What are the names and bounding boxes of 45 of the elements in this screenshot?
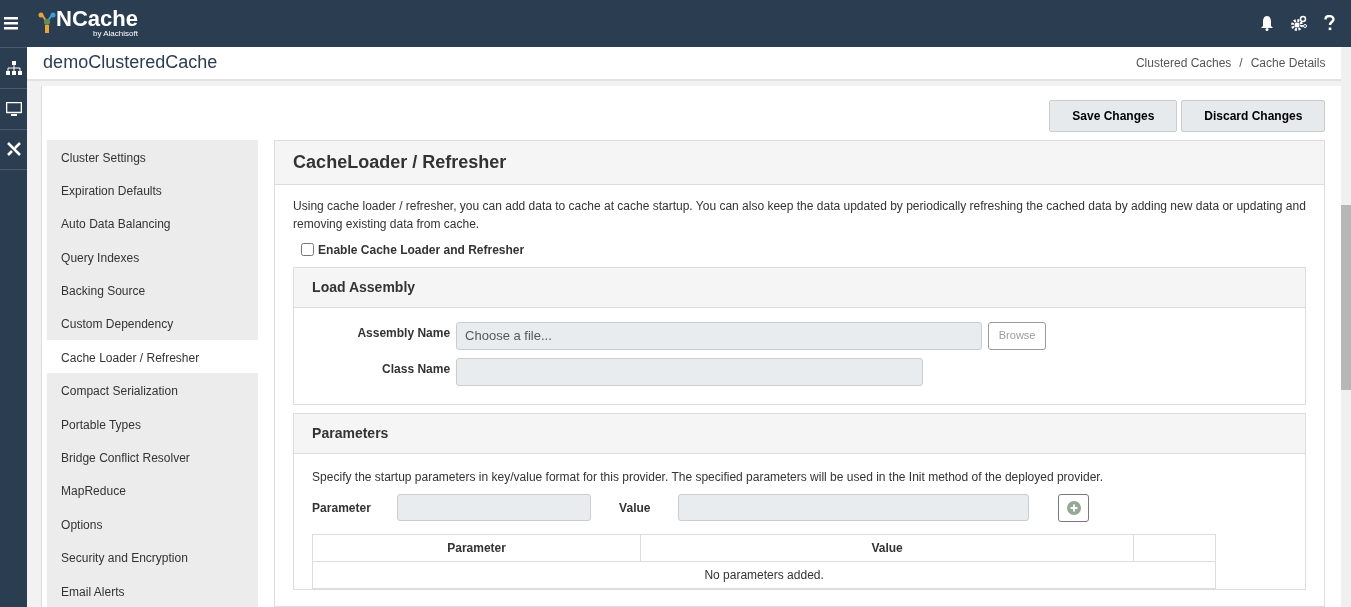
page-title: demoClusteredCache [43, 51, 218, 74]
empty-message: No parameters added. [312, 561, 1216, 589]
sidebar-item[interactable]: Email Alerts [47, 573, 259, 607]
field-label: Assembly Name [356, 324, 451, 342]
monitor-icon[interactable] [5, 101, 22, 116]
column-header: Value [640, 534, 1134, 562]
sidebar-item[interactable]: Bridge Conflict Resolver [47, 440, 259, 474]
breadcrumb-item[interactable]: Clustered Caches [1135, 53, 1232, 72]
breadcrumb-item: Cache Details [1250, 54, 1326, 72]
plus-circle-icon [1066, 500, 1081, 515]
sidebar-item[interactable]: Cache Loader / Refresher [47, 339, 259, 374]
enable-checkbox[interactable] [301, 243, 315, 257]
sidebar-item[interactable]: Portable Types [47, 406, 259, 441]
sidebar-item[interactable]: Query Indexes [47, 239, 259, 274]
logo-icon [38, 12, 56, 35]
sidebar-item[interactable]: Auto Data Balancing [47, 206, 259, 240]
sidebar-item[interactable]: Security and Encryption [47, 540, 259, 574]
logo-subtitle: by Alachisoft [93, 30, 138, 39]
scrollbar-thumb[interactable] [1341, 204, 1351, 390]
field-label: Class Name [381, 360, 451, 378]
sidebar-item[interactable]: Expiration Defaults [47, 172, 259, 207]
bell-icon[interactable] [1260, 15, 1274, 32]
hierarchy-icon[interactable] [5, 60, 22, 75]
description-text: Specify the startup parameters in key/value format for this provider. The specified parameters will be used in the Init method of the deployed provider. [312, 468, 1104, 486]
logo-text: NCache [56, 8, 138, 31]
sidebar-item[interactable]: Backing Source [47, 273, 259, 307]
gears-icon[interactable] [1290, 15, 1308, 32]
section-title: Parameters [294, 413, 1306, 454]
field-label: Parameter [312, 499, 372, 517]
sidebar-item[interactable]: Cluster Settings [47, 139, 259, 173]
sidebar-item[interactable]: Custom Dependency [47, 306, 259, 340]
help-icon[interactable] [1324, 15, 1335, 32]
menu-icon[interactable] [4, 16, 18, 31]
column-header: Parameter [312, 534, 641, 562]
action-button[interactable]: Save Changes [1049, 99, 1178, 132]
section-title: Load Assembly [294, 267, 1306, 308]
checkbox-label: Enable Cache Loader and Refresher [318, 241, 525, 259]
description-text: Using cache loader / refresher, you can add data to cache at cache startup. You can also keep the data updated by periodically refreshing the cached data by adding new data or updating and removing existing data from cache. [293, 197, 1307, 233]
breadcrumb-separator: / [1239, 54, 1243, 72]
field-label: Value [619, 499, 652, 517]
sidebar-item[interactable]: Compact Serialization [47, 373, 259, 407]
action-button[interactable]: Discard Changes [1181, 99, 1326, 132]
sidebar-item[interactable]: MapReduce [47, 473, 259, 507]
sidebar-item[interactable]: Options [47, 506, 259, 541]
panel-title: CacheLoader / Refresher [275, 140, 1325, 185]
